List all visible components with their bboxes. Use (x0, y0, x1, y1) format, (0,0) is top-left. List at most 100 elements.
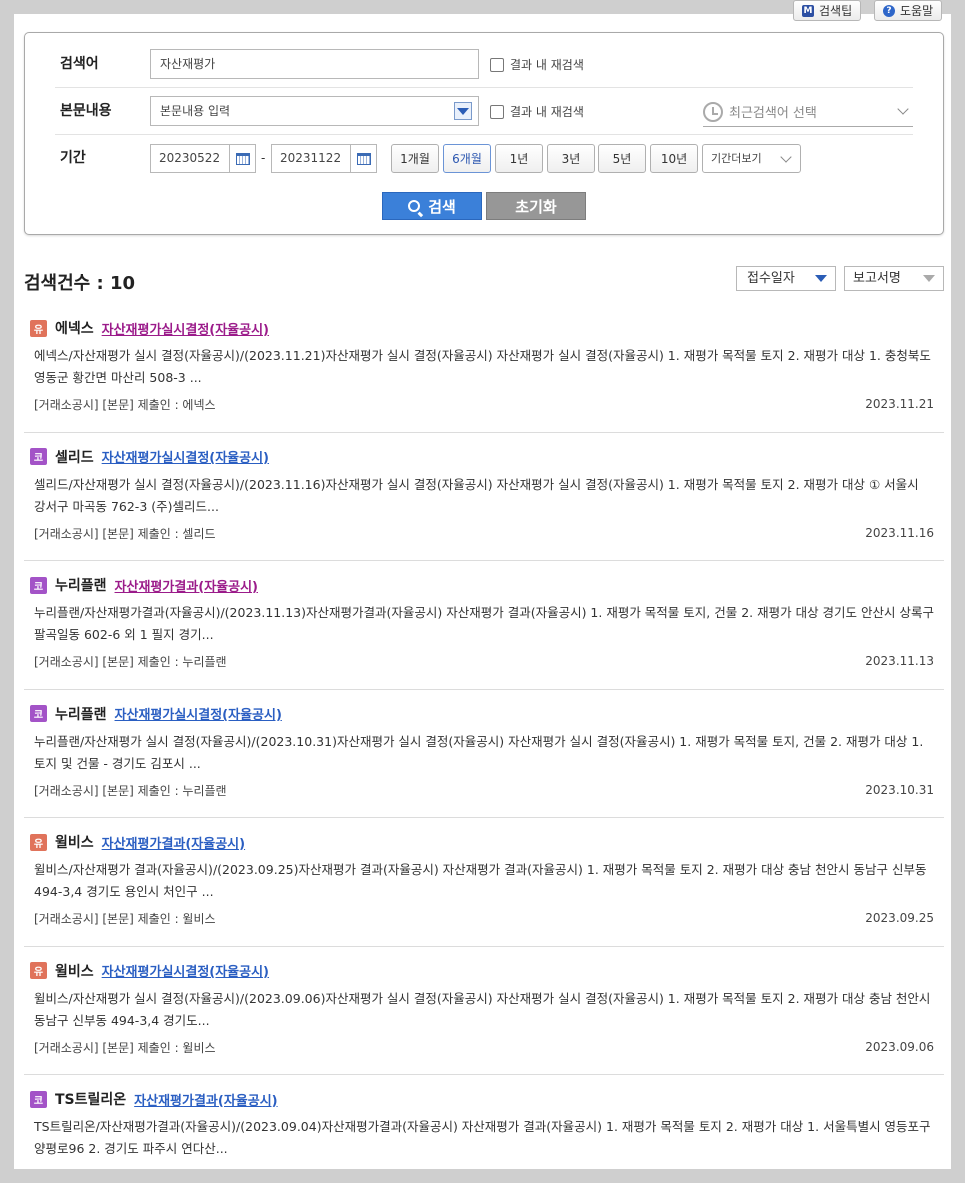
result-head: 코 TS트릴리온 자산재평가결과(자율공시) (30, 1089, 278, 1109)
content-input[interactable]: 본문내용 입력 (150, 96, 479, 126)
result-head: 유 윌비스 자산재평가결과(자율공시) (30, 832, 245, 852)
result-head: 코 누리플랜 자산재평가실시결정(자율공시) (30, 704, 282, 724)
more-period-select[interactable]: 기간더보기 (702, 144, 801, 173)
page: 검색어 자산재평가 결과 내 재검색 본문내용 본문내용 입력 결과 내 재검색… (14, 14, 951, 1169)
search-tip-button[interactable]: M 검색팁 (793, 0, 862, 21)
result-summary: TS트릴리온/자산재평가결과(자율공시)/(2023.09.04)자산재평가결과… (34, 1119, 931, 1156)
help-label: 도움말 (900, 4, 934, 18)
keyword-rescan-checkbox[interactable] (490, 57, 504, 72)
help-button[interactable]: ? 도움말 (874, 0, 943, 21)
company-name[interactable]: 누리플랜 (55, 704, 107, 724)
content-dropdown-icon[interactable] (454, 102, 472, 120)
period-5y-button[interactable]: 5년 (598, 144, 646, 173)
company-name[interactable]: TS트릴리온 (55, 1089, 126, 1109)
market-badge: 유 (30, 833, 47, 851)
result-date: 2023.10.31 (865, 782, 934, 797)
report-title-link[interactable]: 자산재평가결과(자율공시) (134, 1090, 277, 1109)
recent-search-select[interactable]: 최근검색어 선택 (703, 97, 913, 127)
market-badge: 코 (30, 1090, 47, 1108)
company-name[interactable]: 에넥스 (55, 318, 94, 338)
report-title-link[interactable]: 자산재평가결과(자율공시) (115, 576, 258, 595)
period-1m-button[interactable]: 1개월 (391, 144, 439, 173)
market-badge: 유 (30, 319, 47, 337)
report-title-link[interactable]: 자산재평가실시결정(자율공시) (102, 961, 269, 980)
content-row: 본문내용 본문내용 입력 결과 내 재검색 최근검색어 선택 (55, 88, 913, 135)
result-meta: [거래소공시] [본문] 제출인 : 누리플랜 (34, 783, 227, 798)
market-badge: 코 (30, 576, 47, 594)
period-10y-button[interactable]: 10년 (650, 144, 698, 173)
result-summary: 누리플랜/자산재평가결과(자율공시)/(2023.11.13)자산재평가결과(자… (34, 605, 934, 642)
report-title-link[interactable]: 자산재평가실시결정(자율공시) (102, 447, 269, 466)
report-name-label: 보고서명 (853, 271, 901, 286)
keyword-label: 검색어 (60, 56, 99, 72)
search-tip-label: 검색팁 (819, 4, 853, 18)
date-to-value: 20231122 (280, 151, 342, 165)
result-date: 2023.09.04 (865, 1168, 934, 1169)
period-row: 기간 20230522 - 20231122 1개월 6개월 1년 3년 5년 … (55, 135, 913, 182)
reset-button[interactable]: 초기화 (486, 192, 586, 220)
date-from-input[interactable]: 20230522 (150, 144, 256, 173)
keyword-row: 검색어 자산재평가 결과 내 재검색 (55, 41, 913, 88)
chevron-down-icon (897, 103, 909, 115)
result-meta: [거래소공시] [본문] 제출인 : 윌비스 (34, 1040, 216, 1055)
result-summary: 윌비스/자산재평가 결과(자율공시)/(2023.09.25)자산재평가 결과(… (34, 862, 927, 899)
result-date: 2023.11.21 (865, 397, 934, 411)
result-date: 2023.11.16 (865, 525, 934, 540)
result-meta: [거래소공시] [본문] 제출인 : 누리플랜 (34, 655, 227, 669)
report-title-link[interactable]: 자산재평가결과(자율공시) (102, 833, 245, 852)
recent-search-label: 최근검색어 선택 (729, 106, 817, 121)
keyword-input[interactable]: 자산재평가 (150, 49, 479, 79)
search-panel: 검색어 자산재평가 결과 내 재검색 본문내용 본문내용 입력 결과 내 재검색… (24, 32, 944, 235)
result-item: 코 TS트릴리온 자산재평가결과(자율공시) TS트릴리온/자산재평가결과(자율… (24, 1075, 944, 1169)
search-icon (408, 200, 421, 212)
content-rescan[interactable]: 결과 내 재검색 (490, 103, 584, 120)
manual-icon: M (802, 4, 814, 17)
chevron-down-icon (780, 151, 792, 163)
result-list: 유 에넥스 자산재평가실시결정(자율공시) 에넥스/자산재평가 실시 결정(자율… (24, 304, 944, 1169)
dropdown-arrow-icon (815, 275, 827, 282)
period-1y-button[interactable]: 1년 (495, 144, 543, 173)
company-name[interactable]: 누리플랜 (55, 575, 107, 595)
dropdown-arrow-icon (923, 275, 935, 282)
report-name-select[interactable]: 보고서명 (844, 266, 944, 291)
result-summary: 윌비스/자산재평가 실시 결정(자율공시)/(2023.09.06)자산재평가 … (34, 990, 931, 1028)
report-title-link[interactable]: 자산재평가실시결정(자율공시) (115, 704, 282, 723)
company-name[interactable]: 윌비스 (55, 832, 94, 852)
result-count: 검색건수 : 10 (24, 273, 136, 294)
result-item: 코 셀리드 자산재평가실시결정(자율공시) 셀리드/자산재평가 실시 결정(자율… (24, 433, 944, 561)
content-rescan-label: 결과 내 재검색 (510, 105, 584, 119)
result-summary: 셀리드/자산재평가 실시 결정(자율공시)/(2023.11.16)자산재평가 … (34, 476, 919, 514)
result-item: 코 누리플랜 자산재평가결과(자율공시) 누리플랜/자산재평가결과(자율공시)/… (24, 561, 944, 690)
search-button[interactable]: 검색 (382, 192, 482, 220)
date-separator: - (261, 151, 266, 165)
keyword-rescan[interactable]: 결과 내 재검색 (490, 56, 584, 73)
clock-icon (703, 101, 723, 122)
company-name[interactable]: 윌비스 (55, 961, 94, 981)
search-button-label: 검색 (428, 197, 456, 216)
report-title-link[interactable]: 자산재평가실시결정(자율공시) (102, 319, 269, 338)
result-meta: [거래소공시] [본문] 제출인 : 윌비스 (34, 912, 216, 926)
result-head: 유 에넥스 자산재평가실시결정(자율공시) (30, 318, 269, 338)
more-period-label: 기간더보기 (711, 152, 762, 165)
period-3y-button[interactable]: 3년 (547, 144, 595, 173)
result-meta: [거래소공시] [본문] 제출인 : 에넥스 (34, 398, 216, 412)
keyword-rescan-label: 결과 내 재검색 (510, 58, 584, 72)
content-label: 본문내용 (60, 103, 112, 119)
sort-select[interactable]: 접수일자 (736, 266, 836, 291)
market-badge: 유 (30, 962, 47, 979)
content-rescan-checkbox[interactable] (490, 104, 504, 119)
result-item: 유 에넥스 자산재평가실시결정(자율공시) 에넥스/자산재평가 실시 결정(자율… (24, 304, 944, 433)
result-item: 유 윌비스 자산재평가실시결정(자율공시) 윌비스/자산재평가 실시 결정(자율… (24, 947, 944, 1075)
result-head: 코 누리플랜 자산재평가결과(자율공시) (30, 575, 258, 595)
sort-select-label: 접수일자 (747, 271, 795, 286)
calendar-icon[interactable] (350, 145, 376, 172)
result-head: 코 셀리드 자산재평가실시결정(자율공시) (30, 447, 269, 467)
market-badge: 코 (30, 705, 47, 722)
result-summary: 누리플랜/자산재평가 실시 결정(자율공시)/(2023.10.31)자산재평가… (34, 733, 924, 771)
calendar-icon[interactable] (229, 145, 255, 172)
result-meta: [거래소공시] [본문] 제출인 : 셀리드 (34, 526, 216, 541)
company-name[interactable]: 셀리드 (55, 447, 94, 467)
content-placeholder: 본문내용 입력 (160, 104, 231, 118)
date-to-input[interactable]: 20231122 (271, 144, 377, 173)
period-6m-button[interactable]: 6개월 (443, 144, 491, 173)
